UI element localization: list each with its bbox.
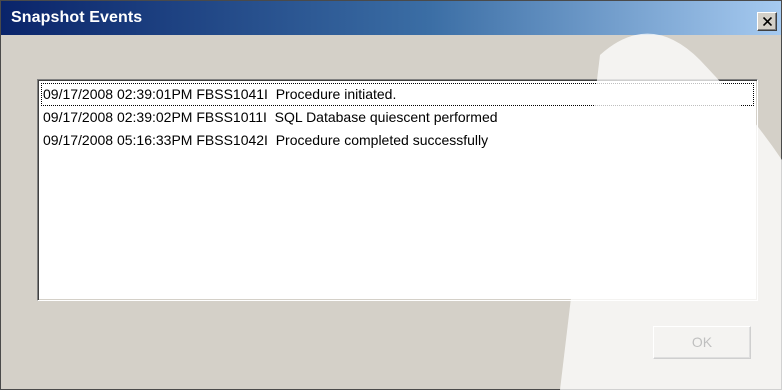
snapshot-events-dialog: Snapshot Events 09/17/2008 02:39:01PM FB… bbox=[0, 0, 782, 390]
ok-button[interactable]: OK bbox=[653, 326, 751, 359]
close-button[interactable] bbox=[757, 12, 777, 31]
list-item[interactable]: 09/17/2008 02:39:02PM FBSS1011I SQL Data… bbox=[41, 106, 754, 129]
list-item[interactable]: 09/17/2008 05:16:33PM FBSS1042I Procedur… bbox=[41, 129, 754, 152]
title-bar[interactable]: Snapshot Events bbox=[1, 1, 781, 35]
events-listbox[interactable]: 09/17/2008 02:39:01PM FBSS1041I Procedur… bbox=[37, 79, 758, 301]
list-item[interactable]: 09/17/2008 02:39:01PM FBSS1041I Procedur… bbox=[41, 83, 754, 106]
close-x-icon bbox=[763, 17, 772, 26]
dialog-title: Snapshot Events bbox=[11, 9, 143, 26]
